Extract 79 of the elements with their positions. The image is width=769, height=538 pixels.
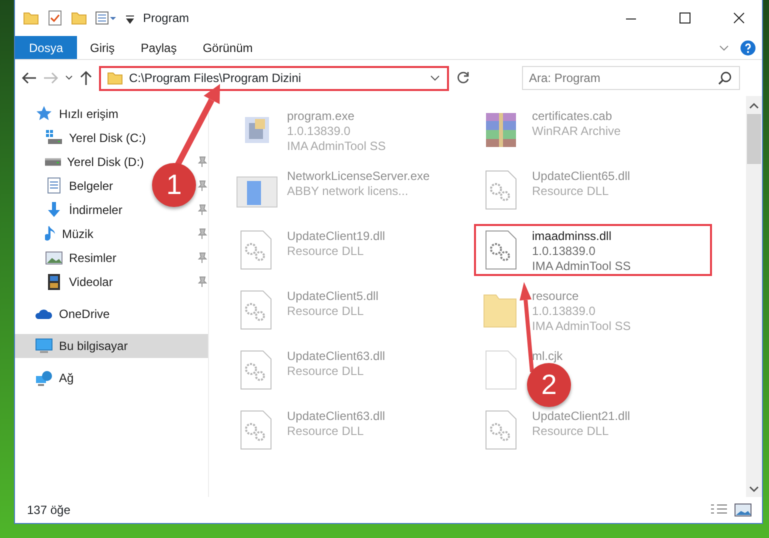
ribbon-tab[interactable]: Görünüm [190, 36, 266, 59]
folder-icon[interactable] [71, 10, 87, 26]
file-name: UpdateClient63.dll [287, 409, 386, 424]
file-detail: Resource DLL [532, 184, 610, 199]
drive-icon [45, 158, 61, 166]
pc-icon [35, 337, 53, 355]
nav-item[interactable]: Resimler [15, 246, 120, 270]
file-name: ml.cjk [532, 349, 563, 364]
pin-icon[interactable] [196, 204, 208, 216]
refresh-icon[interactable] [455, 70, 471, 86]
pin-icon[interactable] [196, 276, 208, 288]
scroll-down-icon[interactable] [749, 485, 759, 493]
maximize-icon[interactable] [678, 11, 692, 25]
nav-item[interactable]: Ağ [15, 366, 78, 390]
nav-item[interactable]: Yerel Disk (D:) [15, 150, 148, 174]
download-icon [45, 201, 63, 219]
file-detail: 1.0.13839.0 [287, 124, 352, 139]
file-detail: 1.0.13839.0 [532, 304, 596, 319]
docs-icon [45, 177, 63, 195]
forward-arrow-icon[interactable] [43, 71, 59, 85]
file-name: UpdateClient19.dll [287, 229, 386, 244]
file-detail: IMA AdminTool SS [532, 259, 631, 274]
file-name: UpdateClient65.dll [532, 169, 630, 184]
nav-item[interactable]: İndirmeler [15, 198, 126, 222]
nav-item[interactable]: Yerel Disk (C:) [15, 126, 150, 150]
nav-item[interactable]: Hızlı erişim [15, 102, 122, 126]
nav-item[interactable]: Videolar [15, 270, 117, 294]
video-icon [45, 273, 63, 291]
caret-icon[interactable] [65, 74, 73, 82]
file-name: resource [532, 289, 580, 304]
help-icon[interactable] [740, 40, 756, 56]
file-name: program.exe [287, 109, 356, 124]
pin-icon[interactable] [196, 180, 208, 192]
nav-item[interactable]: OneDrive [15, 302, 114, 326]
properties-icon[interactable] [95, 10, 117, 26]
folder-icon[interactable] [23, 10, 39, 26]
file-detail: Resource DLL [287, 424, 365, 439]
pictures-icon [45, 249, 63, 267]
network-icon [35, 369, 53, 387]
address-path: C:\Program Files\Program Dizini [129, 70, 302, 87]
file-detail: Resource DLL [532, 424, 610, 439]
file-name: certificates.cab [532, 109, 614, 124]
scroll-up-icon[interactable] [749, 102, 759, 110]
back-arrow-icon[interactable] [21, 71, 37, 85]
file-name: UpdateClient21.dll [532, 409, 630, 424]
folder-icon [107, 70, 123, 86]
window-title: Program [143, 10, 190, 27]
search-field[interactable]: Ara: Program [522, 66, 740, 90]
file-detail: Resource DLL [287, 244, 365, 259]
file-detail: IMA AdminTool SS [532, 319, 631, 334]
file-name: NetworkLicenseServer.exe [287, 169, 430, 184]
file-detail: ABBY network licens... [287, 184, 410, 199]
music-icon [45, 225, 56, 243]
ribbon-tab[interactable]: Giriş [77, 36, 128, 59]
up-arrow-icon[interactable] [79, 70, 93, 86]
file-name: UpdateClient5.dll [287, 289, 378, 304]
pin-icon[interactable] [196, 156, 208, 168]
scrollbar-thumb[interactable] [747, 114, 761, 164]
file-name: UpdateClient63.dll [287, 349, 386, 364]
star-icon [35, 105, 53, 123]
large-icons-view-icon[interactable] [734, 503, 752, 517]
file-detail: WinRAR Archive [532, 124, 621, 139]
file-detail: IMA AdminTool SS [287, 139, 386, 154]
file-item[interactable]: imaadminss.dll 1.0.13839.0 IMA AdminTool SS [474, 224, 712, 276]
file-detail: Resource DLL [287, 364, 365, 379]
file-detail: Resource DLL [287, 304, 365, 319]
item-count: 137 öğe [27, 502, 70, 519]
file-name: imaadminss.dll [532, 229, 612, 244]
pin-icon[interactable] [196, 228, 208, 240]
nav-item[interactable]: Müzik [15, 222, 98, 246]
file-detail: 1.0.13839.0 [532, 244, 596, 259]
close-icon[interactable] [732, 11, 746, 25]
windrive-icon [45, 129, 63, 147]
nav-item[interactable]: Belgeler [15, 174, 118, 198]
address-bar[interactable]: C:\Program Files\Program Dizini [99, 66, 449, 90]
ribbon-tab[interactable]: Dosya [15, 36, 78, 59]
pin-icon[interactable] [196, 252, 208, 264]
checklist-icon[interactable] [47, 10, 63, 26]
ribbon-tab[interactable]: Paylaş [128, 36, 190, 59]
